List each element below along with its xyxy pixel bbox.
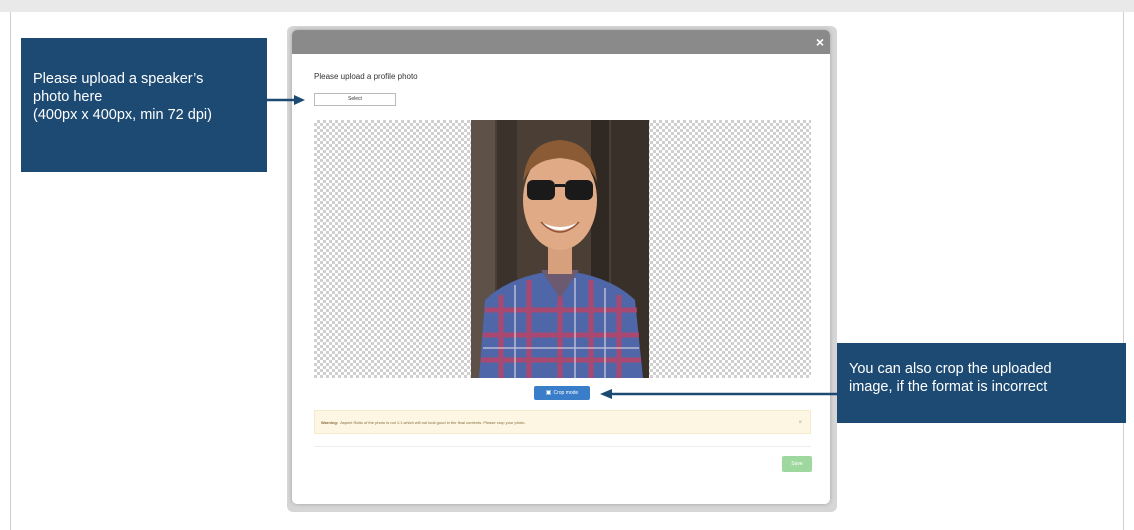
arrow-to-select-icon: [267, 95, 305, 105]
callout-arrows: [267, 95, 837, 399]
arrow-to-crop-icon: [600, 389, 837, 399]
